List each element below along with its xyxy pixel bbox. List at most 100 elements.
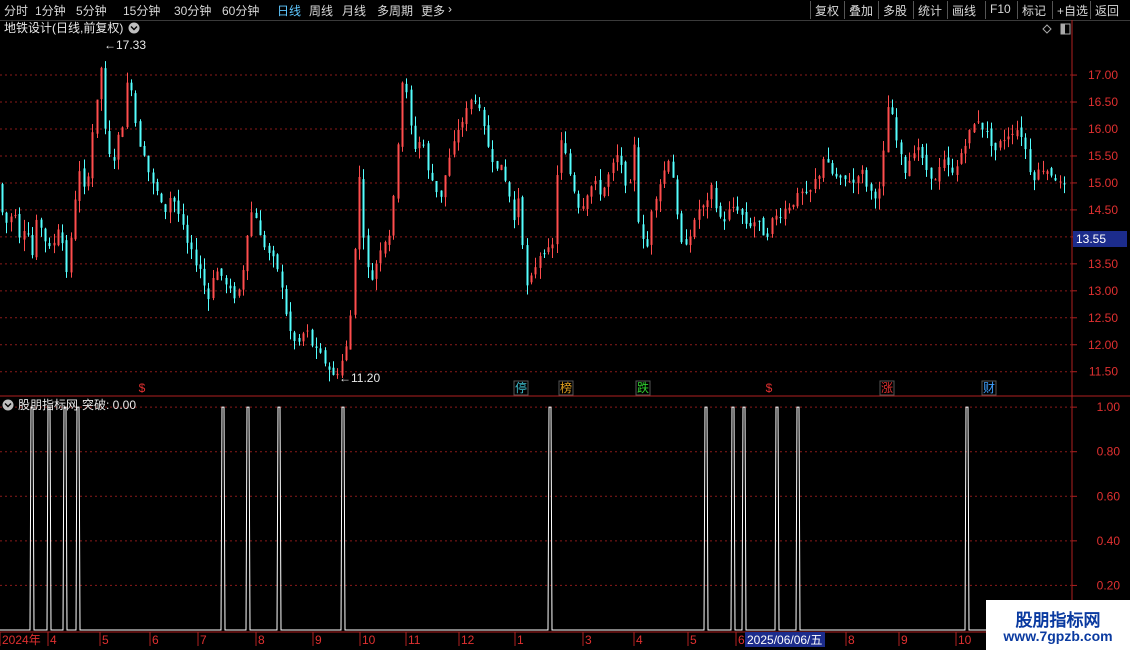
event-marker: 停 bbox=[515, 380, 527, 395]
candle-body bbox=[594, 180, 597, 185]
candle-body bbox=[539, 256, 542, 268]
candle-body bbox=[607, 174, 610, 187]
candle-body bbox=[1020, 127, 1023, 137]
candle-body bbox=[775, 215, 778, 220]
candle-body bbox=[242, 270, 245, 290]
candle-body bbox=[547, 247, 550, 253]
candle-body bbox=[1037, 169, 1040, 180]
candle-body bbox=[100, 67, 103, 100]
price-tick-label: 16.50 bbox=[1088, 95, 1118, 109]
diamond-icon bbox=[1042, 24, 1052, 34]
cursor-date-label: 2025/06/06/五 bbox=[747, 633, 822, 647]
candle-body bbox=[650, 211, 653, 245]
period-fenshi-tab[interactable]: 分时 bbox=[4, 2, 28, 19]
candle-body bbox=[96, 99, 99, 134]
period-60min-tab[interactable]: 60分钟 bbox=[222, 2, 259, 19]
candle-body bbox=[994, 142, 997, 151]
watermark-url: www.7gpzb.com bbox=[1003, 628, 1113, 644]
period-multi-tab[interactable]: 多周期 bbox=[377, 2, 413, 19]
candle-body bbox=[878, 188, 881, 199]
draw-line-button[interactable]: 画线 bbox=[952, 2, 976, 19]
candle-body bbox=[169, 198, 172, 213]
candle-body bbox=[40, 219, 43, 228]
overlay-button[interactable]: 叠加 bbox=[849, 2, 873, 19]
candle-body bbox=[281, 271, 284, 288]
candle-body bbox=[414, 125, 417, 149]
candle-body bbox=[646, 239, 649, 247]
candle-body bbox=[603, 187, 606, 197]
candle-body bbox=[496, 161, 499, 169]
candle-body bbox=[530, 275, 533, 283]
chevron-down-icon bbox=[128, 22, 140, 34]
candle-body bbox=[560, 140, 563, 173]
candle-body bbox=[831, 163, 834, 174]
back-button[interactable]: 返回 bbox=[1095, 2, 1119, 19]
more-periods-tab[interactable]: 更多 bbox=[421, 2, 445, 19]
period-month-tab[interactable]: 月线 bbox=[342, 2, 366, 19]
f10-button[interactable]: F10 bbox=[990, 2, 1011, 16]
candle-body bbox=[362, 179, 365, 238]
candle-body bbox=[1050, 168, 1053, 176]
candle-body bbox=[164, 204, 167, 212]
candle-body bbox=[857, 176, 860, 184]
toolbar-separator bbox=[878, 1, 879, 19]
chevron-right-icon[interactable]: › bbox=[448, 2, 452, 16]
toolbar-separator bbox=[1017, 1, 1018, 19]
period-week-tab[interactable]: 周线 bbox=[309, 2, 333, 19]
candle-body bbox=[465, 108, 468, 125]
price-tick-label: 15.50 bbox=[1088, 149, 1118, 163]
candle-body bbox=[624, 161, 627, 186]
restore-rights-button[interactable]: 复权 bbox=[815, 2, 839, 19]
price-tick-label: 15.00 bbox=[1088, 176, 1118, 190]
candle-body bbox=[91, 132, 94, 179]
candle-body bbox=[947, 157, 950, 165]
price-tick-label: 12.00 bbox=[1088, 338, 1118, 352]
period-1min-tab[interactable]: 1分钟 bbox=[35, 2, 66, 19]
indicator-tick-label: 1.00 bbox=[1097, 400, 1121, 414]
indicator-value: 突破: 0.00 bbox=[82, 397, 136, 412]
candle-body bbox=[23, 230, 26, 240]
indicator-tick-label: 0.60 bbox=[1097, 489, 1121, 503]
candle-body bbox=[255, 212, 258, 218]
mark-button[interactable]: 标记 bbox=[1022, 2, 1046, 19]
candle-body bbox=[186, 224, 189, 243]
candle-body bbox=[564, 143, 567, 154]
candle-body bbox=[659, 184, 662, 202]
top-toolbar: 分时 1分钟 5分钟 15分钟 30分钟 60分钟 日线 周线 月线 多周期 更多 › 复权 叠加 多股 统计… bbox=[0, 0, 1130, 21]
chevron-down-icon bbox=[2, 399, 14, 411]
candle-body bbox=[147, 155, 150, 173]
candle-body bbox=[960, 153, 963, 164]
candle-body bbox=[233, 286, 236, 299]
candle-body bbox=[517, 198, 520, 218]
candle-body bbox=[612, 162, 615, 174]
period-day-tab[interactable]: 日线 bbox=[277, 2, 301, 19]
stats-button[interactable]: 统计 bbox=[918, 2, 942, 19]
candle-body bbox=[792, 204, 795, 207]
multi-stock-button[interactable]: 多股 bbox=[883, 2, 907, 19]
candle-body bbox=[844, 175, 847, 180]
date-tick-label: 4 bbox=[636, 633, 643, 647]
candle-body bbox=[121, 127, 124, 137]
period-15min-tab[interactable]: 15分钟 bbox=[123, 2, 160, 19]
candle-body bbox=[706, 200, 709, 207]
candle-body bbox=[938, 167, 941, 182]
candle-body bbox=[521, 197, 524, 246]
candle-body bbox=[392, 195, 395, 236]
candle-body bbox=[139, 121, 142, 147]
period-5min-tab[interactable]: 5分钟 bbox=[76, 2, 107, 19]
candle-body bbox=[577, 193, 580, 208]
add-watchlist-button[interactable]: +自选 bbox=[1057, 2, 1088, 19]
candle-body bbox=[229, 285, 232, 289]
candle-body bbox=[556, 175, 559, 245]
candle-body bbox=[814, 178, 817, 189]
candle-body bbox=[311, 329, 314, 346]
candle-body bbox=[904, 156, 907, 173]
candle-body bbox=[483, 109, 486, 127]
candle-body bbox=[569, 153, 572, 175]
date-tick-label: 6 bbox=[152, 633, 159, 647]
candle-body bbox=[732, 206, 735, 208]
event-marker: 财 bbox=[983, 381, 995, 395]
period-30min-tab[interactable]: 30分钟 bbox=[174, 2, 211, 19]
candle-body bbox=[964, 145, 967, 154]
candle-body bbox=[500, 164, 503, 170]
